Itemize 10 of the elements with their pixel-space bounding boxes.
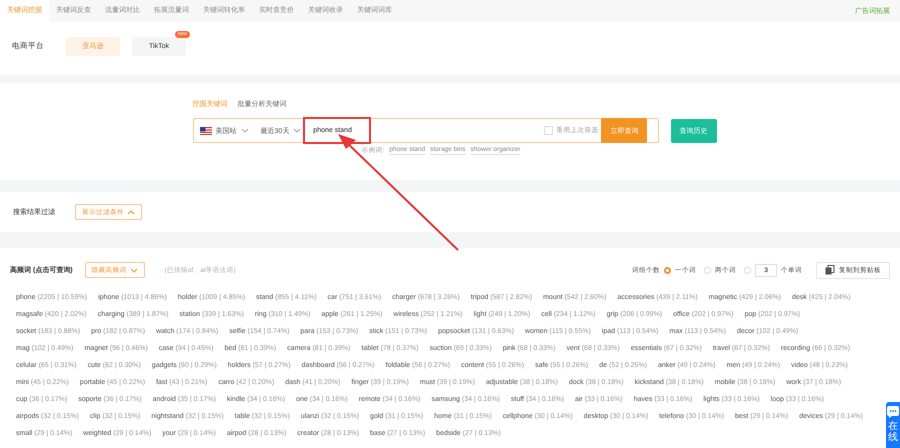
highlight-frame xyxy=(303,117,371,144)
chevron-down-icon xyxy=(130,268,138,272)
chevron-down-icon xyxy=(293,128,302,133)
copy-icon xyxy=(825,265,835,275)
us-flag-icon xyxy=(200,126,212,134)
chevron-down-icon xyxy=(240,128,248,133)
reuse-checkbox[interactable] xyxy=(544,126,554,135)
chat-tab[interactable]: 在线 xyxy=(886,402,900,448)
radio-button[interactable] xyxy=(664,266,671,274)
chevron-up-icon xyxy=(127,210,135,214)
